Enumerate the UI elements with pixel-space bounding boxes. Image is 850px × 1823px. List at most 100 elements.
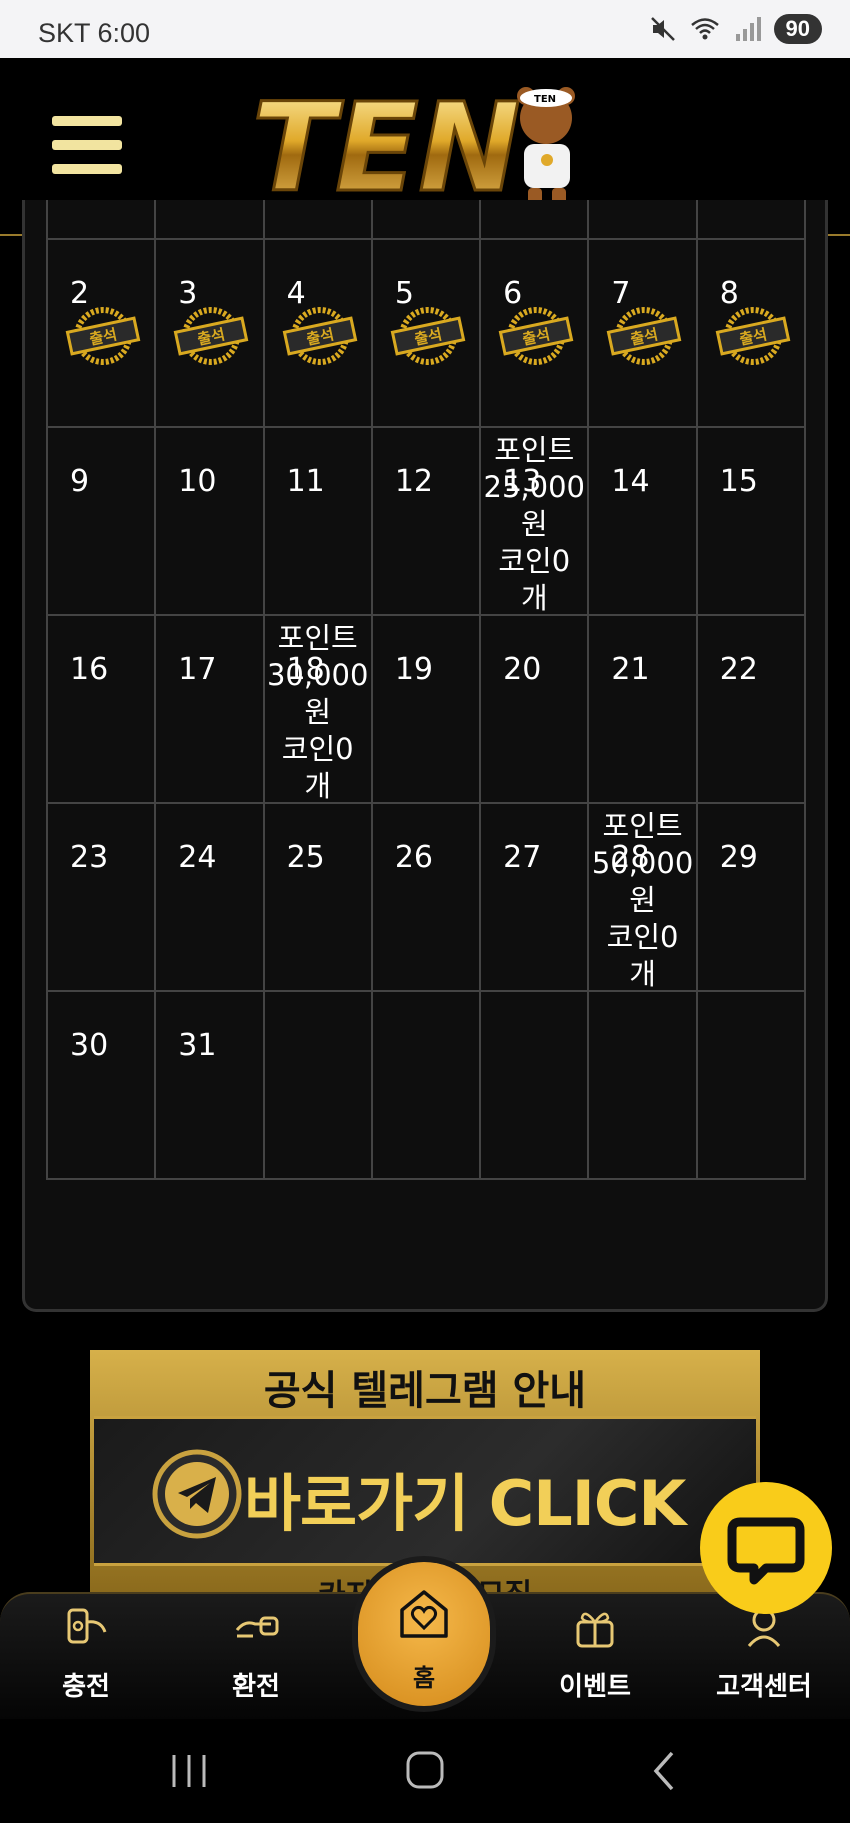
calendar-day-cell[interactable]: 3 출석	[156, 240, 265, 428]
reward-label: 포인트 25,000 원 코인0 개	[481, 432, 587, 617]
calendar-day-cell[interactable]: 1출석	[697, 200, 806, 240]
home-label: 홈	[412, 1664, 436, 1692]
calendar-day-cell[interactable]: 4 출석	[264, 240, 373, 428]
battery-indicator: 90	[773, 14, 822, 44]
day-number: 19	[394, 652, 434, 687]
day-number: 25	[286, 840, 325, 875]
attendance-calendar: 1출석 2출석3출석4출석5출석6출석7출석8출석 9 10 11 12 13포인트25,0…	[22, 200, 828, 1312]
day-number: 24	[178, 840, 217, 875]
nav-charge-label: 충전	[62, 1672, 110, 1702]
nav-event[interactable]: 이벤트	[525, 1594, 665, 1721]
calendar-day-cell[interactable]: 14	[589, 428, 698, 616]
day-number: 22	[719, 652, 758, 687]
calendar-day-cell	[48, 200, 157, 240]
calendar-day-cell[interactable]: 21	[589, 616, 698, 804]
telegram-banner[interactable]: 공식 텔레그램 안내 바로가기 CLICK 카지노 총판 모집	[90, 1350, 760, 1595]
day-number: 9	[70, 464, 90, 499]
day-number: 26	[394, 840, 434, 875]
calendar-day-cell[interactable]: 12	[372, 428, 482, 616]
attendance-stamp-icon: 출석	[713, 302, 793, 368]
nav-exchange[interactable]: 환전	[186, 1594, 326, 1721]
day-number: 31	[178, 1028, 217, 1063]
nav-event-label: 이벤트	[559, 1672, 631, 1702]
logo-cap-text: TEN	[534, 94, 556, 105]
reward-line: 코인0	[606, 920, 679, 954]
back-icon[interactable]	[640, 1749, 690, 1793]
home-heart-icon	[400, 1590, 448, 1638]
reward-line: 개	[629, 957, 656, 991]
calendar-day-cell[interactable]: 29	[697, 804, 806, 992]
calendar-day-cell[interactable]: 17	[156, 616, 265, 804]
reward-line: 코인0	[498, 544, 571, 578]
calendar-day-cell[interactable]: 28 포인트 50,000 원 코인0 개	[589, 804, 698, 993]
calendar-day-cell[interactable]: 11	[264, 428, 373, 616]
calendar-day-cell	[372, 200, 482, 240]
reward-line: 개	[520, 581, 548, 615]
calendar-day-cell[interactable]: 24	[156, 804, 265, 992]
home-button[interactable]: 홈	[358, 1562, 490, 1706]
ten-logo[interactable]: TEN TEN	[250, 78, 600, 218]
banner-cta-area[interactable]: 바로가기 CLICK	[94, 1416, 756, 1566]
day-number: 10	[178, 464, 217, 499]
wifi-icon	[690, 18, 719, 40]
calendar-day-cell[interactable]: 5 출석	[372, 240, 482, 428]
calendar-day-cell	[697, 992, 806, 1180]
calendar-day-cell[interactable]: 31	[156, 992, 265, 1180]
menu-icon[interactable]	[52, 116, 122, 176]
attendance-stamp-icon: 출석	[604, 302, 684, 368]
calendar-day-cell[interactable]: 19	[372, 616, 482, 804]
calendar-day-cell[interactable]: 6 출석	[481, 240, 590, 428]
reward-line: 원	[629, 883, 656, 917]
calendar-day-cell[interactable]: 20	[481, 616, 590, 804]
day-number: 12	[394, 464, 434, 499]
day-number: 21	[611, 652, 650, 687]
home-nav-icon[interactable]	[400, 1749, 450, 1793]
reward-label: 포인트 50,000 원 코인0 개	[589, 808, 695, 993]
recent-apps-icon[interactable]	[164, 1749, 214, 1793]
charge-icon	[67, 1608, 107, 1644]
svg-text:TEN: TEN	[252, 78, 521, 218]
attendance-stamp-icon: 출석	[496, 302, 576, 368]
calendar-day-cell	[481, 992, 590, 1180]
nav-charge[interactable]: 충전	[16, 1594, 156, 1721]
calendar-day-cell[interactable]: 7 출석	[589, 240, 698, 428]
reward-line: 개	[304, 769, 332, 803]
calendar-day-cell[interactable]: 27	[481, 804, 590, 992]
reward-line: 코인0	[281, 732, 354, 766]
calendar-day-cell[interactable]: 18 포인트 30,000 원 코인0 개	[264, 616, 373, 804]
chat-button[interactable]	[700, 1482, 832, 1614]
calendar-day-cell[interactable]: 23	[48, 804, 157, 992]
calendar-day-cell[interactable]: 22	[697, 616, 806, 804]
day-number: 17	[178, 652, 217, 687]
reward-line: 30,000	[266, 658, 369, 692]
calendar-grid: 1출석 2출석3출석4출석5출석6출석7출석8출석 9 10 11 12 13포인트25,0…	[46, 200, 806, 1180]
gift-icon	[576, 1612, 614, 1648]
calendar-day-cell[interactable]: 26	[372, 804, 482, 992]
calendar-day-cell	[481, 200, 590, 240]
day-number: 15	[719, 464, 758, 499]
day-number: 30	[70, 1028, 109, 1063]
attendance-stamp-icon: 출석	[171, 302, 251, 368]
reward-line: 50,000	[591, 846, 694, 880]
reward-line: 원	[304, 695, 332, 729]
system-nav-bar	[0, 1719, 850, 1823]
calendar-day-cell[interactable]: 16	[48, 616, 157, 804]
calendar-day-cell[interactable]: 25	[264, 804, 373, 992]
reward-line: 원	[520, 507, 548, 541]
day-number: 16	[70, 652, 109, 687]
attendance-stamp-icon: 출석	[280, 302, 360, 368]
calendar-day-cell	[264, 992, 373, 1180]
calendar-day-cell[interactable]: 2 출석	[48, 240, 157, 428]
calendar-day-cell[interactable]: 10	[156, 428, 265, 616]
day-number: 29	[719, 840, 758, 875]
calendar-day-cell[interactable]: 13 포인트 25,000 원 코인0 개	[481, 428, 590, 617]
calendar-day-cell[interactable]: 8 출석	[697, 240, 806, 428]
attendance-stamp-icon: 출석	[63, 302, 143, 368]
reward-line: 포인트	[602, 809, 683, 843]
banner-cta-text: 바로가기 CLICK	[244, 1467, 686, 1540]
calendar-day-cell	[156, 200, 265, 240]
calendar-day-cell[interactable]: 15	[697, 428, 806, 616]
calendar-day-cell[interactable]: 30	[48, 992, 157, 1180]
day-number: 23	[70, 840, 109, 875]
calendar-day-cell[interactable]: 9	[48, 428, 157, 616]
